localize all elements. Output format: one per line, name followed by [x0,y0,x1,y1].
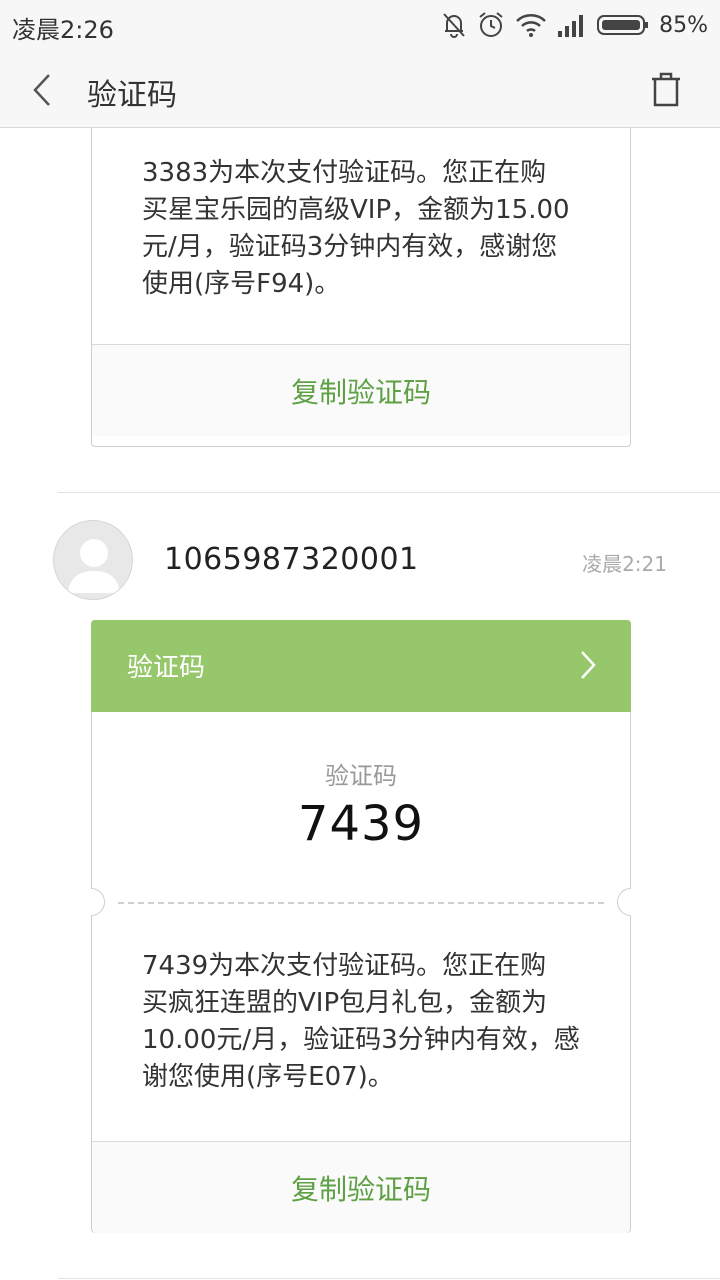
message-body-line: 10.00元/月，验证码3分钟内有效，感 [142,1025,580,1055]
message-body-line: 买星宝乐园的高级VIP，金额为15.00 [142,195,570,225]
default-avatar-icon [68,539,120,593]
battery-percent: 85% [659,12,708,38]
message-body-line: 3383为本次支付验证码。您正在购 [142,158,547,188]
message-time: 凌晨2:21 [582,552,667,576]
back-button[interactable] [22,70,62,110]
chevron-left-icon [33,74,50,106]
message-sender-row: 1065987320001 凌晨2:21 [0,520,720,610]
trash-icon [652,72,680,107]
message-body-line: 买疯狂连盟的VIP包月礼包，金额为 [142,988,548,1018]
chevron-right-icon [579,650,597,684]
page-title: 验证码 [87,78,177,113]
sender-number: 1065987320001 [164,542,419,577]
dashed-divider [118,902,604,904]
message-body-line: 元/月，验证码3分钟内有效，感谢您 [142,232,558,262]
status-icons: 85% [441,8,708,42]
app-header: 验证码 [0,50,720,128]
verification-card: 验证码 验证码 7439 7439为本次支付验证码。您正在购 买疯狂连盟的VIP… [91,620,631,1233]
message-card: 3383为本次支付验证码。您正在购 买星宝乐园的高级VIP，金额为15.00 元… [91,128,631,447]
alarm-icon [477,11,505,39]
ticket-notch [617,888,631,916]
divider [58,492,720,493]
status-bar: 凌晨2:26 85% [0,0,720,50]
mute-bell-icon [441,11,467,39]
message-body-line: 使用(序号F94)。 [142,269,341,299]
copy-code-button[interactable]: 复制验证码 [92,344,630,436]
message-list[interactable]: 3383为本次支付验证码。您正在购 买星宝乐园的高级VIP，金额为15.00 元… [0,128,720,1280]
card-header-band[interactable]: 验证码 [91,620,631,712]
battery-icon [597,14,649,36]
divider [58,1278,720,1279]
status-time: 凌晨2:26 [12,16,114,44]
wifi-icon [515,12,547,38]
message-body-line: 谢您使用(序号E07)。 [142,1062,394,1092]
copy-code-button[interactable]: 复制验证码 [92,1141,630,1233]
message-body[interactable]: 3383为本次支付验证码。您正在购 买星宝乐园的高级VIP，金额为15.00 元… [92,155,620,303]
message-body[interactable]: 7439为本次支付验证码。您正在购 买疯狂连盟的VIP包月礼包，金额为 10.0… [92,948,630,1096]
code-label: 验证码 [325,762,397,790]
card-header-label: 验证码 [127,653,206,683]
message-body-line: 7439为本次支付验证码。您正在购 [142,951,547,981]
signal-icon [557,13,587,37]
delete-button[interactable] [646,70,686,110]
ticket-notch [91,888,105,916]
avatar[interactable] [53,520,133,600]
verification-code[interactable]: 7439 [92,796,630,852]
